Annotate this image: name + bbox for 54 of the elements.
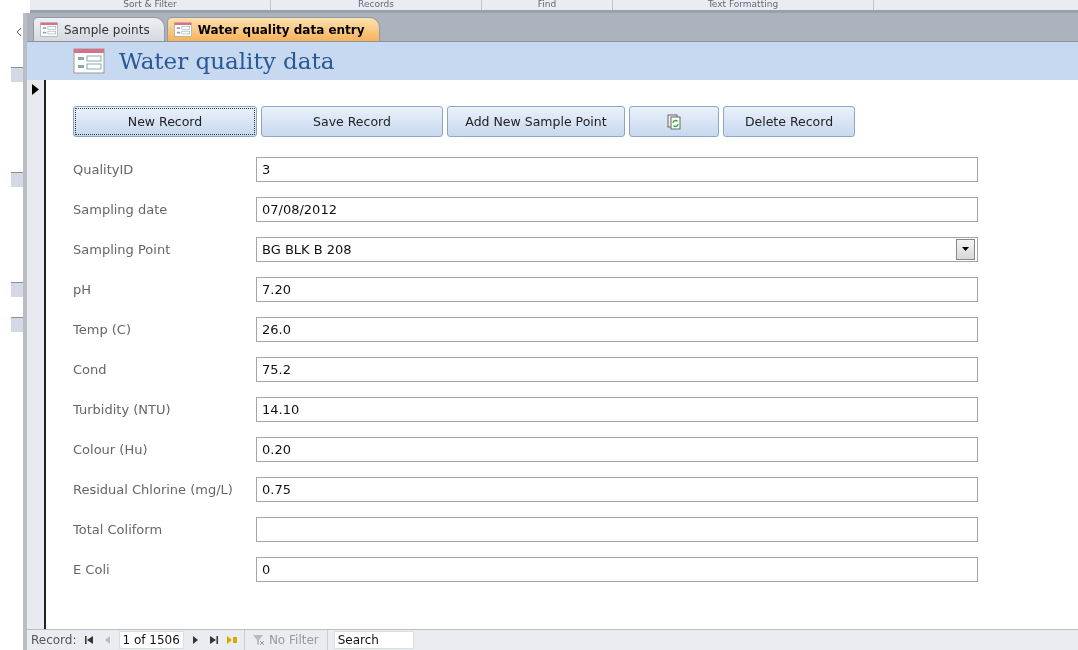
navigation-pane-tab[interactable] (11, 172, 23, 187)
record-position-field[interactable]: 1 of 1506 (118, 631, 184, 649)
ribbon-group-label: Records (271, 0, 482, 10)
chevron-left-icon[interactable] (15, 27, 23, 37)
navigation-pane-tab[interactable] (11, 67, 23, 82)
last-record-icon[interactable] (207, 633, 220, 647)
field-label: Cond (73, 361, 108, 377)
field-label: Temp (C) (73, 321, 132, 337)
field-label: Sampling Point (73, 241, 172, 257)
field-label: Residual Chlorine (mg/L) (73, 481, 234, 497)
field-label: pH (73, 281, 93, 297)
ribbon-group-label: Sort & Filter (30, 0, 271, 10)
input-field[interactable]: 14.10 (256, 396, 978, 422)
form-icon (73, 48, 105, 74)
navigation-pane-tab[interactable] (11, 317, 23, 332)
input-field[interactable]: 0.75 (256, 476, 978, 502)
input-field[interactable]: 0.20 (256, 436, 978, 462)
input-field[interactable]: 75.2 (256, 356, 978, 382)
refresh-button[interactable] (629, 106, 719, 137)
form-button[interactable]: Save Record (261, 106, 443, 137)
field-label: Total Coliform (73, 521, 164, 537)
document-tab[interactable]: Water quality data entry (166, 17, 380, 41)
caret-down-icon (962, 247, 969, 251)
ribbon-group-label: Text Formatting (613, 0, 874, 10)
form-button[interactable]: Add New Sample Point (447, 106, 625, 137)
field-label: Turbidity (NTU) (73, 401, 172, 417)
form-icon (40, 22, 58, 37)
input-field[interactable]: 07/08/2012 (256, 196, 978, 222)
field-label: QualityID (73, 161, 135, 177)
form-button[interactable]: New Record (73, 106, 257, 137)
search-field[interactable]: Search (333, 631, 414, 649)
dropdown-field[interactable]: BG BLK B 208 (256, 236, 978, 262)
document-tab[interactable]: Sample points (33, 17, 165, 41)
navigation-pane-tab[interactable] (11, 282, 23, 297)
filter-icon (252, 634, 265, 646)
form-button[interactable]: Delete Record (723, 106, 855, 137)
input-field[interactable]: 3 (256, 156, 978, 182)
field-label: Sampling date (73, 201, 169, 217)
new-record-icon[interactable] (225, 633, 238, 647)
record-label: Record: (31, 633, 77, 647)
field-label: Colour (Hu) (73, 441, 149, 457)
documents-refresh-icon (667, 113, 681, 130)
form-title: Water quality data (119, 48, 335, 74)
field-label: E Coli (73, 561, 111, 577)
dropdown-button[interactable] (956, 238, 975, 260)
input-field[interactable]: 0 (256, 556, 978, 582)
form-icon (173, 22, 192, 37)
current-record-icon (32, 84, 39, 95)
input-field[interactable]: 7.20 (256, 276, 978, 302)
first-record-icon[interactable] (82, 633, 95, 647)
input-field[interactable] (256, 516, 978, 542)
record-selector[interactable] (27, 80, 46, 629)
input-field[interactable]: 26.0 (256, 316, 978, 342)
ribbon-group-label: Find (482, 0, 613, 10)
